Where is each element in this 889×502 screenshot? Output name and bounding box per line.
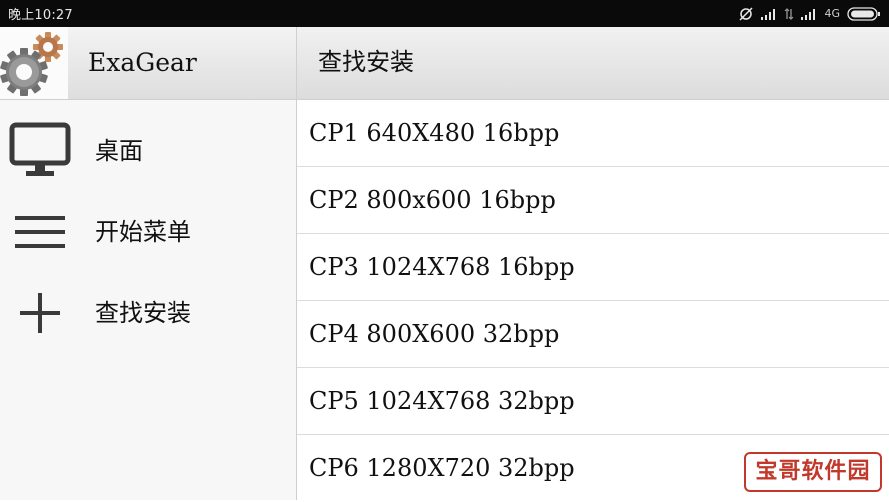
list-item-label: CP1 640X480 16bpp [309,119,560,147]
list-item[interactable]: CP5 1024X768 32bpp [297,368,889,435]
list-item[interactable]: CP4 800X600 32bpp [297,301,889,368]
alarm-off-icon [738,6,754,21]
sidebar-item-label: 查找安装 [95,299,191,327]
network-type: 4G [824,7,840,20]
sidebar-item-desktop[interactable]: 桌面 [0,113,296,189]
status-icons: 4G [738,6,881,21]
data-transfer-icon [784,7,794,20]
list-item-label: CP2 800x600 16bpp [309,186,556,214]
signal-icon [761,8,777,20]
monitor-icon [8,121,72,181]
sidebar-item-label: 开始菜单 [95,218,191,246]
status-time: 晚上10:27 [8,8,73,23]
watermark-logo: 宝哥软件园 [744,452,882,492]
sidebar-item-find-install[interactable]: 查找安装 [0,275,296,351]
list-item[interactable]: CP2 800x600 16bpp [297,167,889,234]
content-header: 查找安装 [297,27,889,100]
status-bar: 晚上10:27 4G [0,0,889,27]
sidebar-item-start-menu[interactable]: 开始菜单 [0,194,296,270]
signal-icon [801,8,817,20]
app-header: ExaGear [0,27,296,100]
list-item[interactable]: CP3 1024X768 16bpp [297,234,889,301]
battery-icon [847,6,881,21]
list-item[interactable]: CP1 640X480 16bpp [297,100,889,167]
sidebar: 桌面 开始菜单 查找安装 [0,100,296,500]
plus-icon [8,283,72,343]
menu-lines-icon [8,202,72,262]
list-item-label: CP4 800X600 32bpp [309,320,560,348]
list-item-label: CP6 1280X720 32bpp [309,454,575,482]
install-option-list: CP1 640X480 16bpp CP2 800x600 16bpp CP3 … [297,100,889,500]
list-item-label: CP5 1024X768 32bpp [309,387,575,415]
app-title: ExaGear [88,48,197,77]
page-title: 查找安装 [318,48,414,76]
list-item-label: CP3 1024X768 16bpp [309,253,575,281]
sidebar-item-label: 桌面 [95,137,143,165]
gears-icon [0,27,68,99]
